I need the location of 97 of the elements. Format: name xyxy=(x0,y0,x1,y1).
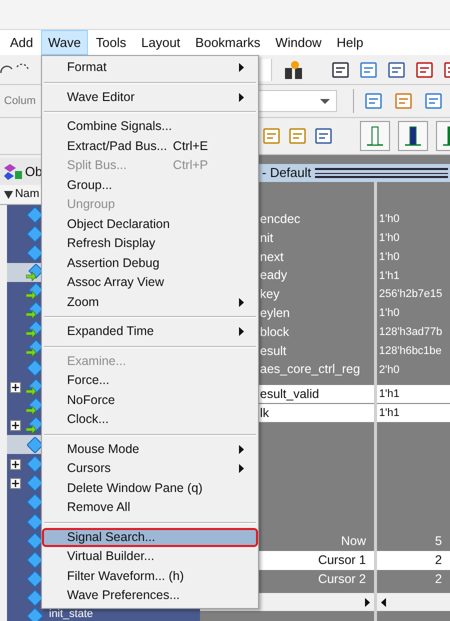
menu-bar-item[interactable]: Help xyxy=(330,30,370,55)
signal-value: 1'h1 xyxy=(379,268,400,284)
diamond-icon xyxy=(27,475,43,492)
diamond-icon xyxy=(27,590,43,606)
scrollbar[interactable] xyxy=(377,593,450,611)
signal-value: 1'h0 xyxy=(379,230,400,246)
cursor-label: Cursor 2 xyxy=(318,571,366,588)
diamond-icon xyxy=(27,571,43,588)
text-field[interactable] xyxy=(259,58,272,80)
diamond-icon xyxy=(27,206,43,223)
menu-bar-item[interactable]: Tools xyxy=(88,30,134,55)
object-name[interactable]: init_state xyxy=(49,608,94,620)
cubes-icon xyxy=(4,164,22,180)
expand-button[interactable] xyxy=(10,478,21,489)
menu-bar-item[interactable]: Window xyxy=(268,30,329,55)
diamond-icon xyxy=(27,494,43,510)
diamond-icon xyxy=(27,360,43,376)
expand-button[interactable] xyxy=(10,382,21,393)
signal-name[interactable]: esult_valid xyxy=(260,384,320,404)
diamond-icon xyxy=(27,244,43,261)
sort-arrow-icon[interactable] xyxy=(4,190,13,198)
scroll-right-icon[interactable] xyxy=(363,598,371,606)
menu-item[interactable]: Remove All xyxy=(42,498,258,518)
submenu-arrow-icon xyxy=(239,464,244,474)
menu-item[interactable]: Delete Window Pane (q) xyxy=(42,478,258,498)
waveform-low-icon[interactable] xyxy=(360,121,390,151)
signal-value: 1'h0 xyxy=(379,212,400,228)
signal-name[interactable]: encdec xyxy=(260,210,300,229)
diamond-arrow-icon xyxy=(26,340,44,358)
signal-value: 1'h0 xyxy=(379,250,400,265)
signal-value: 128'h3ad77b xyxy=(379,324,442,340)
signal-name[interactable]: eylen xyxy=(260,304,290,323)
signal-name[interactable]: esult xyxy=(260,342,286,360)
menu-item[interactable]: Group... xyxy=(42,176,258,195)
scroll-left-icon[interactable] xyxy=(380,598,388,606)
signal-value: 1'h1 xyxy=(379,406,400,421)
submenu-arrow-icon xyxy=(239,444,244,454)
signal-name[interactable]: lk xyxy=(260,404,270,422)
cursor-time: 2 xyxy=(435,552,442,570)
diamond-icon xyxy=(27,552,43,568)
menu-item[interactable]: Combine Signals... xyxy=(42,117,258,136)
signal-value: 256'h2b7e15 xyxy=(379,287,442,302)
expand-button[interactable] xyxy=(10,458,21,470)
menu-item[interactable]: Wave Preferences... xyxy=(42,586,258,606)
signal-name[interactable]: next xyxy=(260,248,284,266)
menu-bar-item[interactable]: Layout xyxy=(134,30,188,55)
cursor-time: 5 xyxy=(435,533,442,550)
menu-item[interactable]: Object Declaration xyxy=(42,214,258,234)
dropdown-arrow-icon xyxy=(320,98,330,104)
diamond-icon xyxy=(27,608,43,621)
diamond-icon xyxy=(27,456,43,472)
diamond-icon xyxy=(27,514,43,530)
diamond-arrow-icon xyxy=(26,302,44,320)
cursor-label: Now xyxy=(340,533,366,550)
signal-value: 2'h0 xyxy=(379,362,400,378)
column-header[interactable]: Nam xyxy=(15,186,40,204)
signal-name[interactable]: eady xyxy=(260,266,288,286)
cursor-time: 2 xyxy=(435,571,442,588)
diamond-arrow-icon xyxy=(26,378,44,396)
menu-bar-item[interactable]: Add xyxy=(3,30,40,55)
menu-item[interactable]: Extract/Pad Bus... Ctrl+E xyxy=(42,136,258,156)
menu-item[interactable]: Signal Search... xyxy=(42,528,258,547)
signal-name[interactable]: nit xyxy=(260,228,274,248)
document-icon[interactable] xyxy=(359,60,379,80)
diamond-icon xyxy=(27,226,43,242)
signal-name[interactable]: aes_core_ctrl_reg xyxy=(260,360,360,380)
cursor-label: Cursor 1 xyxy=(318,552,366,570)
submenu-arrow-icon xyxy=(239,327,244,336)
signal-name[interactable]: key xyxy=(260,285,280,304)
submenu-arrow-icon xyxy=(239,298,244,307)
menu-item[interactable]: Zoom xyxy=(42,292,258,312)
signal-value: 1'h0 xyxy=(379,306,400,322)
signal-value: 1'h1 xyxy=(379,386,400,402)
menu-item[interactable]: Assoc Array View xyxy=(42,273,258,292)
menu-item[interactable]: Mouse Mode xyxy=(42,440,258,459)
expand-button[interactable] xyxy=(10,420,21,432)
menu-item[interactable]: Format xyxy=(42,58,258,78)
menu-item[interactable]: Assertion Debug xyxy=(42,254,258,273)
submenu-arrow-icon xyxy=(239,63,244,72)
diamond-arrow-icon xyxy=(26,264,44,281)
diamond-arrow-icon xyxy=(26,321,44,338)
signal-name[interactable]: block xyxy=(260,322,290,342)
diamond-arrow-icon xyxy=(26,417,44,434)
menu-item[interactable]: Wave Editor xyxy=(42,88,258,107)
signal-value: 128'h6bc1be xyxy=(379,344,442,359)
wave-panel-title: - Default xyxy=(262,164,312,182)
diamond-icon xyxy=(27,436,43,453)
diamond-arrow-icon xyxy=(26,398,44,415)
diamond-arrow-icon xyxy=(26,282,44,300)
column-label: Colum xyxy=(4,94,36,109)
menu-item[interactable]: Cursors xyxy=(42,459,258,478)
waveform-pulse-icon[interactable] xyxy=(398,121,428,151)
menu-bar-item[interactable]: Bookmarks xyxy=(188,30,268,55)
menu-bar-item[interactable]: Wave xyxy=(41,30,88,55)
submenu-arrow-icon xyxy=(239,92,244,102)
menu-item[interactable]: Refresh Display xyxy=(42,234,258,254)
menu-item[interactable]: Expanded Time xyxy=(42,322,258,342)
